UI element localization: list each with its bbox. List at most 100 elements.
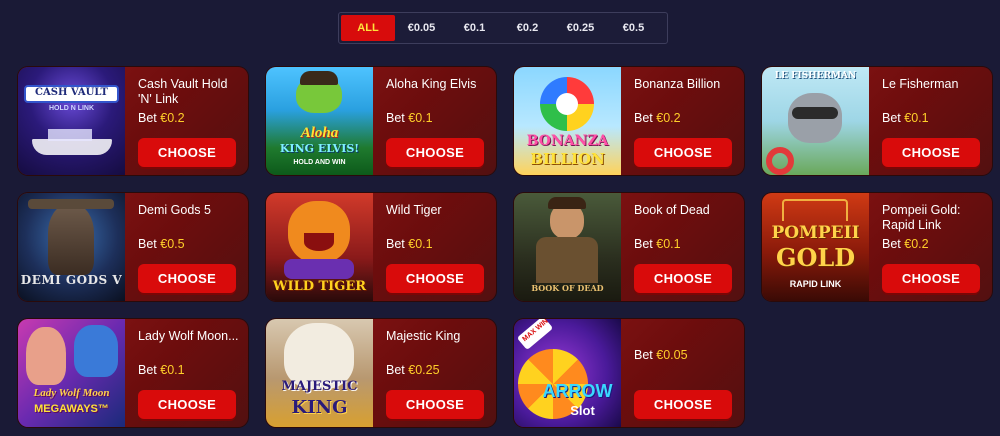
bet-amount: €0.1 [408, 237, 433, 251]
game-bet: Bet €0.1 [386, 237, 433, 251]
game-thumbnail[interactable]: WILD TIGER [266, 193, 373, 301]
game-thumbnail[interactable]: BOOK OF DEAD [514, 193, 621, 301]
game-bet: Bet €0.1 [138, 363, 185, 377]
game-bet: Bet €0.2 [634, 111, 681, 125]
game-name: Bonanza Billion [634, 77, 721, 91]
explorer-hair-icon [548, 197, 586, 209]
game-card[interactable]: MAJESTIC KING Majestic King Bet €0.25 CH… [266, 319, 496, 427]
game-bet: Bet €0.1 [634, 237, 681, 251]
yacht-icon [32, 139, 112, 155]
filter-0-5[interactable]: €0.5 [607, 15, 660, 41]
game-thumbnail[interactable]: CASH VAULT HOLD N LINK [18, 67, 125, 175]
thumbnail-subtitle: KING ELVIS! [279, 142, 360, 155]
thumbnail-title: POMPEII [771, 223, 860, 243]
raised-arms-icon [28, 199, 114, 209]
game-thumbnail[interactable]: DEMI GODS V [18, 193, 125, 301]
game-name: Lady Wolf Moon... [138, 329, 239, 343]
bet-amount: €0.05 [656, 348, 688, 362]
bet-amount: €0.1 [656, 237, 681, 251]
game-name: Pompeii Gold: Rapid Link [882, 203, 961, 232]
game-name: Wild Tiger [386, 203, 442, 217]
thumbnail-subtitle: HOLD N LINK [48, 105, 95, 112]
candy-center-icon [556, 93, 578, 115]
thumbnail-subtitle: BILLION [530, 150, 605, 168]
game-bet: Bet €0.2 [138, 111, 185, 125]
thumbnail-title: Aloha [300, 125, 339, 141]
game-card[interactable]: POMPEII GOLD RAPID LINK Pompeii Gold: Ra… [762, 193, 992, 301]
game-bet: Bet €0.1 [882, 111, 929, 125]
choose-button[interactable]: CHOOSE [882, 264, 980, 293]
choose-button[interactable]: CHOOSE [634, 390, 732, 419]
filter-0-25[interactable]: €0.25 [554, 15, 607, 41]
game-bet: Bet €0.5 [138, 237, 185, 251]
choose-button[interactable]: CHOOSE [386, 390, 484, 419]
thumbnail-tagline: RAPID LINK [789, 279, 842, 289]
bet-filter-bar: ALL €0.05 €0.1 €0.2 €0.25 €0.5 [338, 12, 668, 44]
game-card[interactable]: BONANZA BILLION Bonanza Billion Bet €0.2… [514, 67, 744, 175]
game-thumbnail[interactable]: POMPEII GOLD RAPID LINK [762, 193, 869, 301]
bet-amount: €0.1 [904, 111, 929, 125]
game-card[interactable]: LE FISHERMAN Le Fisherman Bet €0.1 CHOOS… [762, 67, 992, 175]
choose-button[interactable]: CHOOSE [138, 138, 236, 167]
thumbnail-title: CASH VAULT [35, 87, 108, 98]
thumbnail-title: BOOK OF DEAD [531, 283, 604, 293]
game-name: Majestic King [386, 329, 461, 343]
thumbnail-title: DEMI GODS V [20, 273, 123, 287]
game-card[interactable]: WILD TIGER Wild Tiger Bet €0.1 CHOOSE [266, 193, 496, 301]
game-name: Le Fisherman [882, 77, 959, 91]
thumbnail-title: WILD TIGER [272, 279, 367, 294]
game-name: Aloha King Elvis [386, 77, 477, 91]
tiger-icon [288, 201, 350, 263]
game-card[interactable]: BOOK OF DEAD Book of Dead Bet €0.1 CHOOS… [514, 193, 744, 301]
temple-icon [782, 199, 848, 221]
game-bet: Bet €0.2 [882, 237, 929, 251]
thumbnail-title: MAJESTIC [281, 379, 358, 394]
bet-amount: €0.25 [408, 363, 440, 377]
bet-amount: €0.1 [408, 111, 433, 125]
choose-button[interactable]: CHOOSE [138, 264, 236, 293]
game-thumbnail[interactable]: MAX WIN ARROW Slot [514, 319, 621, 427]
bet-amount: €0.1 [160, 363, 185, 377]
thumbnail-subtitle: MEGAWAYS™ [34, 403, 109, 415]
game-name: Demi Gods 5 [138, 203, 211, 217]
game-thumbnail[interactable]: Aloha KING ELVIS! HOLD AND WIN [266, 67, 373, 175]
thumbnail-title: LE FISHERMAN [774, 71, 857, 81]
game-bet: Bet €0.25 [386, 363, 440, 377]
choose-button[interactable]: CHOOSE [634, 264, 732, 293]
bet-amount: €0.2 [656, 111, 681, 125]
game-bet: Bet €0.05 [634, 348, 688, 362]
lifebuoy-icon [766, 147, 794, 175]
mask-icon [792, 107, 838, 119]
game-thumbnail[interactable]: LE FISHERMAN [762, 67, 869, 175]
hair-icon [300, 71, 338, 85]
thumbnail-subtitle: KING [291, 397, 348, 418]
filter-0-2[interactable]: €0.2 [501, 15, 554, 41]
filter-0-05[interactable]: €0.05 [395, 15, 448, 41]
game-card[interactable]: Aloha KING ELVIS! HOLD AND WIN Aloha Kin… [266, 67, 496, 175]
thumbnail-title: BONANZA [526, 133, 609, 149]
filter-0-1[interactable]: €0.1 [448, 15, 501, 41]
bet-amount: €0.2 [904, 237, 929, 251]
thumbnail-title: Lady Wolf Moon [33, 387, 110, 399]
choose-button[interactable]: CHOOSE [138, 390, 236, 419]
choose-button[interactable]: CHOOSE [386, 264, 484, 293]
filter-all[interactable]: ALL [341, 15, 395, 41]
tiger-mouth-icon [304, 233, 334, 251]
game-card[interactable]: MAX WIN ARROW Slot Bet €0.05 CHOOSE [514, 319, 744, 427]
titan-icon [48, 205, 94, 275]
game-name: Cash Vault Hold 'N' Link [138, 77, 228, 106]
explorer-body-icon [536, 237, 598, 283]
game-thumbnail[interactable]: BONANZA BILLION [514, 67, 621, 175]
choose-button[interactable]: CHOOSE [386, 138, 484, 167]
game-card[interactable]: CASH VAULT HOLD N LINK Cash Vault Hold '… [18, 67, 248, 175]
thumbnail-subtitle: Slot [570, 403, 595, 418]
game-card[interactable]: Lady Wolf Moon MEGAWAYS™ Lady Wolf Moon.… [18, 319, 248, 427]
game-thumbnail[interactable]: Lady Wolf Moon MEGAWAYS™ [18, 319, 125, 427]
robe-icon [284, 259, 354, 279]
thumbnail-subtitle: GOLD [775, 243, 856, 272]
game-thumbnail[interactable]: MAJESTIC KING [266, 319, 373, 427]
game-card[interactable]: DEMI GODS V Demi Gods 5 Bet €0.5 CHOOSE [18, 193, 248, 301]
game-bet: Bet €0.1 [386, 111, 433, 125]
choose-button[interactable]: CHOOSE [634, 138, 732, 167]
choose-button[interactable]: CHOOSE [882, 138, 980, 167]
